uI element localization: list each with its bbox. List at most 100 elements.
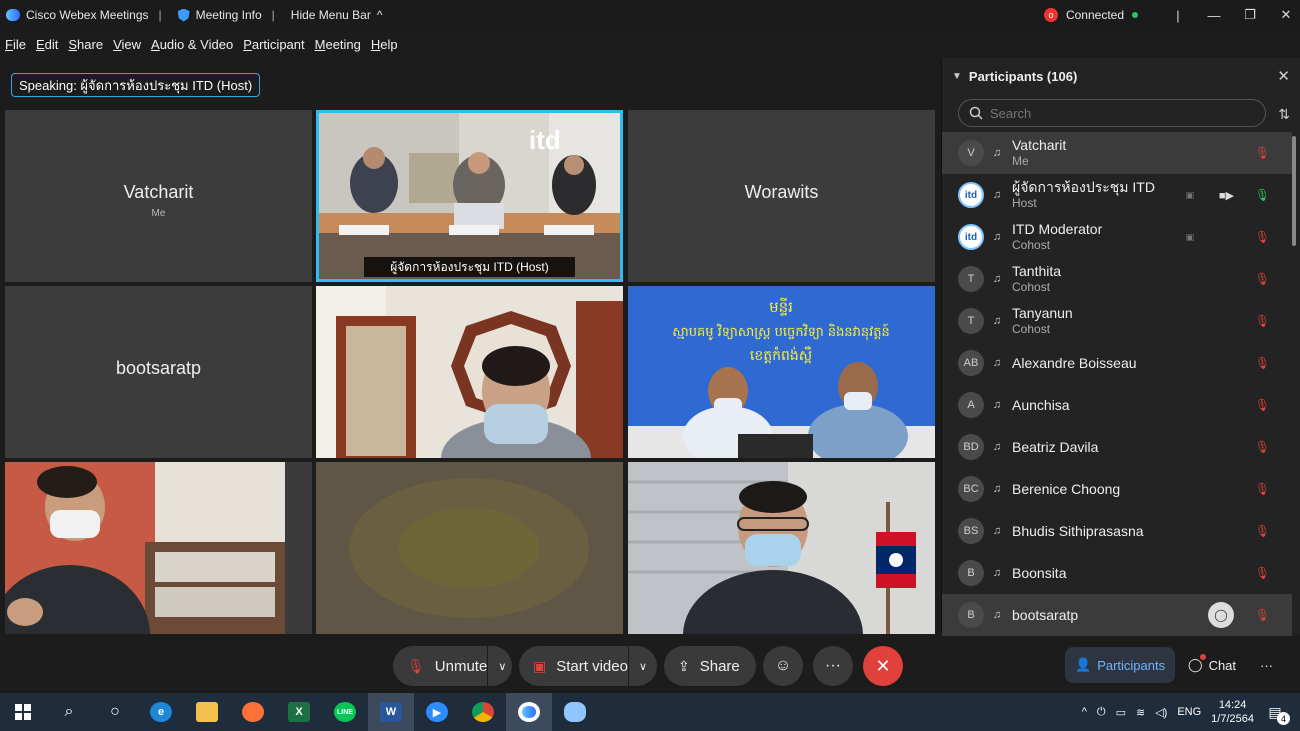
mic-muted-icon[interactable]: 🎙	[1255, 272, 1270, 286]
mic-muted-icon[interactable]: 🎙	[1255, 230, 1270, 244]
more-options-button[interactable]: ···	[813, 646, 853, 686]
list-item[interactable]: BS ♫ Bhudis Sithiprasasna 🎙	[942, 510, 1292, 552]
menu-audio-video[interactable]: Audio & Video	[146, 37, 238, 52]
search-taskbar-button[interactable]: ⌕	[46, 693, 92, 731]
leave-meeting-button[interactable]: ✕	[863, 646, 903, 686]
banner-line-1: មន្ទីរ	[769, 297, 793, 316]
participant-name: bootsaratp	[1012, 607, 1079, 623]
edge-button[interactable]: e	[138, 693, 184, 731]
chevron-up-icon[interactable]: ^	[1082, 706, 1087, 718]
reactions-button[interactable]: ☺	[763, 646, 803, 686]
start-video-button[interactable]: ▣ Start video ∨	[519, 646, 657, 686]
headset-icon: ♫	[992, 273, 1002, 285]
usb-icon[interactable]: ⏻	[1097, 706, 1106, 719]
clock[interactable]: 14:24 1/7/2564	[1211, 698, 1254, 726]
mic-on-icon[interactable]: 🎙	[1255, 188, 1270, 202]
participant-role: Host	[1012, 196, 1037, 210]
video-tile-participant-7[interactable]	[5, 462, 312, 634]
video-tile-bootsaratp[interactable]: bootsaratp	[5, 286, 312, 458]
chat-toggle-button[interactable]: ◯ Chat	[1178, 647, 1246, 683]
chevron-down-icon[interactable]: ∨	[487, 646, 516, 686]
host-video-image: itd	[319, 113, 620, 279]
list-item[interactable]: T ♫ Tanthita Cohost 🎙	[942, 258, 1292, 300]
firefox-button[interactable]	[230, 693, 276, 731]
mic-muted-icon[interactable]: 🎙	[1255, 482, 1270, 496]
volume-icon[interactable]: ◁)	[1155, 706, 1167, 719]
hide-menu-bar-button[interactable]: Hide Menu Bar ^	[285, 8, 389, 22]
paint-icon	[564, 702, 586, 722]
mic-muted-icon[interactable]: 🎙	[1255, 440, 1270, 454]
line-button[interactable]: LINE	[322, 693, 368, 731]
mic-muted-icon[interactable]: 🎙	[1255, 566, 1270, 580]
language-indicator[interactable]: ENG	[1177, 706, 1201, 718]
chat-bubble-icon[interactable]: ◯	[1208, 602, 1234, 628]
video-tile-worawits[interactable]: Worawits	[628, 110, 935, 282]
mic-muted-icon[interactable]: 🎙	[1255, 398, 1270, 412]
maximize-button[interactable]: ❐	[1236, 7, 1264, 23]
mic-muted-icon[interactable]: 🎙	[1255, 356, 1270, 370]
menu-edit[interactable]: Edit	[31, 37, 63, 52]
banner-line-2: ស្មាបគមូ វិទ្យាសាស្ត្រ បច្ចេកវិទ្យា និងន…	[672, 323, 890, 341]
paint-button[interactable]	[552, 693, 598, 731]
menu-meeting[interactable]: Meeting	[310, 37, 366, 52]
list-item[interactable]: itd ♫ ผู้จัดการห้องประชุม ITD Host ▣ ■▶ 🎙	[942, 174, 1292, 216]
more-icon: ···	[1260, 657, 1273, 673]
pin-icon[interactable]: |	[1164, 8, 1192, 23]
video-tile-participant-5[interactable]	[316, 286, 623, 458]
mic-muted-icon[interactable]: 🎙	[1255, 608, 1270, 622]
panel-scrollbar[interactable]	[1292, 136, 1296, 246]
tile-name: Worawits	[744, 182, 819, 202]
webex-taskbar-button[interactable]	[506, 693, 552, 731]
sort-icon[interactable]: ⇅	[1278, 106, 1290, 123]
start-button[interactable]	[0, 693, 46, 731]
close-button[interactable]: ✕	[1272, 7, 1300, 23]
camera-icon: ■▶	[1218, 189, 1234, 202]
tile-subtitle: Me	[151, 208, 166, 219]
battery-icon[interactable]: ▭	[1116, 706, 1126, 719]
list-item[interactable]: B ♫ Boonsita 🎙	[942, 552, 1292, 594]
video-tile-participant-9[interactable]	[628, 462, 935, 634]
participants-toggle-button[interactable]: 👤 Participants	[1065, 647, 1176, 683]
search-input[interactable]	[990, 105, 1230, 121]
more-panels-button[interactable]: ···	[1250, 647, 1283, 683]
video-tile-participant-6[interactable]: មន្ទីរ ស្មាបគមូ វិទ្យាសាស្ត្រ បច្ចេកវិទ្…	[628, 286, 935, 458]
chevron-down-icon[interactable]: ▼	[952, 71, 962, 82]
excel-button[interactable]: X	[276, 693, 322, 731]
avatar: V	[958, 140, 984, 166]
unmute-button[interactable]: 🎙 Unmute ∨	[393, 646, 512, 686]
notification-center-button[interactable]: ▤ 4	[1264, 701, 1290, 725]
list-item[interactable]: BD ♫ Beatriz Davila 🎙	[942, 426, 1292, 468]
search-icon: ⌕	[64, 703, 74, 720]
meeting-info-button[interactable]: Meeting Info |	[172, 8, 285, 22]
menu-view[interactable]: View	[108, 37, 146, 52]
menu-help[interactable]: Help	[366, 37, 403, 52]
list-item[interactable]: AB ♫ Alexandre Boisseau 🎙	[942, 342, 1292, 384]
word-button[interactable]: W	[368, 693, 414, 731]
list-item[interactable]: B ♫ bootsaratp ◯ 🎙	[942, 594, 1292, 636]
mic-muted-icon[interactable]: 🎙	[1255, 524, 1270, 538]
file-explorer-button[interactable]	[184, 693, 230, 731]
list-item[interactable]: A ♫ Aunchisa 🎙	[942, 384, 1292, 426]
wifi-icon[interactable]: ≋	[1136, 706, 1145, 719]
avatar: BS	[958, 518, 984, 544]
participant-search[interactable]	[958, 99, 1266, 127]
close-panel-button[interactable]: ✕	[1277, 67, 1290, 85]
video-tile-participant-8[interactable]	[316, 462, 623, 634]
menu-share[interactable]: Share	[63, 37, 108, 52]
minimize-button[interactable]: —	[1200, 8, 1228, 23]
menu-participant[interactable]: Participant	[238, 37, 309, 52]
mic-muted-icon[interactable]: 🎙	[1255, 314, 1270, 328]
video-tile-host[interactable]: itd ผู้จัดการห้องประชุม ITD (Host)	[316, 110, 623, 282]
share-button[interactable]: ⇪ Share	[664, 646, 756, 686]
video-tile-vatcharit[interactable]: Vatcharit Me	[5, 110, 312, 282]
list-item[interactable]: itd ♫ ITD Moderator Cohost ▣ 🎙	[942, 216, 1292, 258]
list-item[interactable]: V ♫ Vatcharit Me 🎙	[942, 132, 1292, 174]
mic-muted-icon[interactable]: 🎙	[1255, 146, 1270, 160]
chevron-down-icon[interactable]: ∨	[627, 646, 657, 686]
list-item[interactable]: T ♫ Tanyanun Cohost 🎙	[942, 300, 1292, 342]
zoom-button[interactable]: ▶	[414, 693, 460, 731]
list-item[interactable]: BC ♫ Berenice Choong 🎙	[942, 468, 1292, 510]
cortana-button[interactable]: ○	[92, 693, 138, 731]
chrome-button[interactable]	[460, 693, 506, 731]
menu-file[interactable]: File	[0, 37, 31, 52]
